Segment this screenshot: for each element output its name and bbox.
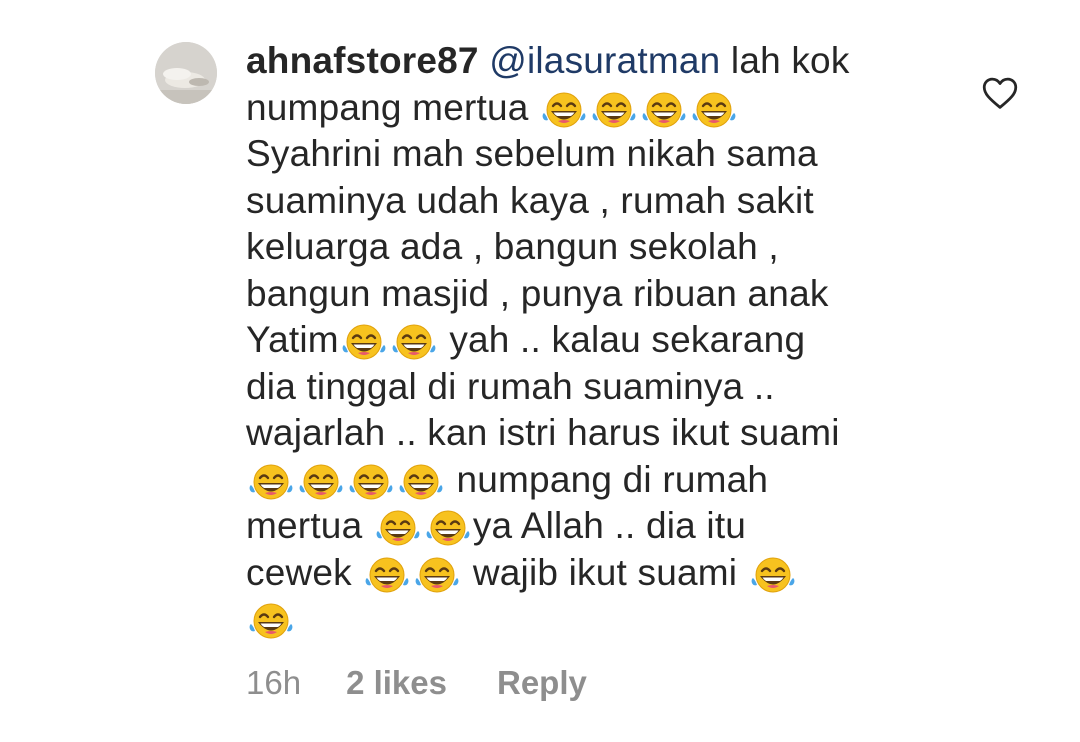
comment-line-6: bangun masjid , punya ribuan anak (246, 271, 936, 318)
face-with-tears-of-joy-icon (348, 463, 394, 501)
comment-text-segment: cewek (246, 551, 363, 593)
mention-link[interactable]: @ilasuratman (489, 40, 720, 81)
comment-line-7: Yatim yah .. kalau sekarang (246, 317, 936, 364)
comment-text-segment: ya Allah .. dia itu (472, 505, 747, 546)
comment-text-segment: numpang di rumah (446, 458, 769, 500)
comment-text-segment: keluarga ada , bangun sekolah , (246, 226, 779, 267)
face-with-tears-of-joy-icon (248, 463, 294, 501)
comment-text-segment: Syahrini mah sebelum nikah sama (246, 133, 818, 174)
likes-count-button[interactable]: 2 likes (346, 664, 447, 702)
face-with-tears-of-joy-icon (375, 509, 421, 547)
face-with-tears-of-joy-icon (425, 509, 471, 547)
comment-text-segment: Yatim (246, 319, 339, 360)
comment-line-13 (246, 596, 936, 643)
comment: ahnafstore87 @ilasuratman lah kok numpan… (0, 0, 1080, 742)
face-with-tears-of-joy-icon (398, 463, 444, 501)
comment-line-12: cewek wajib ikut suami (246, 550, 936, 597)
comment-text-segment: suaminya udah kaya , rumah sakit (246, 179, 814, 221)
comment-text-segment: mertua (246, 505, 373, 546)
face-with-tears-of-joy-icon (248, 602, 294, 640)
face-with-tears-of-joy-icon (364, 556, 410, 594)
avatar[interactable] (155, 42, 217, 104)
comment-text-segment: numpang mertua (246, 86, 540, 128)
comment-line-2: numpang mertua (246, 85, 936, 132)
face-with-tears-of-joy-icon (641, 91, 687, 129)
comment-line-4: suaminya udah kaya , rumah sakit (246, 178, 936, 225)
comment-text: ahnafstore87 @ilasuratman lah kok numpan… (246, 38, 936, 643)
face-with-tears-of-joy-icon (391, 323, 437, 361)
comment-line-10: numpang di rumah (246, 457, 936, 504)
comment-rest: numpang mertua Syahrini mah sebelum nika… (246, 85, 936, 643)
comment-line-5: keluarga ada , bangun sekolah , (246, 224, 936, 271)
comment-line-9: wajarlah .. kan istri harus ikut suami (246, 410, 936, 457)
username-link[interactable]: ahnafstore87 (246, 40, 479, 81)
face-with-tears-of-joy-icon (750, 556, 796, 594)
face-with-tears-of-joy-icon (691, 91, 737, 129)
face-with-tears-of-joy-icon (341, 323, 387, 361)
heart-outline-icon[interactable] (981, 76, 1019, 110)
face-with-tears-of-joy-icon (298, 463, 344, 501)
comment-text-segment: wajib ikut suami (462, 551, 748, 593)
face-with-tears-of-joy-icon (591, 91, 637, 129)
comment-line-3: Syahrini mah sebelum nikah sama (246, 131, 936, 178)
comment-text-segment: yah .. kalau sekarang (438, 319, 806, 360)
comment-text-segment: lah kok (720, 40, 850, 81)
comment-line-8: dia tinggal di rumah suaminya .. (246, 364, 936, 411)
comment-text-segment: bangun masjid , punya ribuan anak (246, 272, 829, 314)
comment-line-1: ahnafstore87 @ilasuratman lah kok (246, 38, 936, 85)
comment-text-segment: wajarlah .. kan istri harus ikut suami (246, 412, 840, 453)
timestamp: 16h (246, 664, 302, 701)
comment-meta: 16h 2 likes Reply (246, 664, 587, 702)
face-with-tears-of-joy-icon (541, 91, 587, 129)
reply-button[interactable]: Reply (497, 664, 587, 702)
face-with-tears-of-joy-icon (414, 556, 460, 594)
comment-text-segment: dia tinggal di rumah suaminya .. (246, 365, 775, 407)
comment-line-11: mertua ya Allah .. dia itu (246, 503, 936, 550)
